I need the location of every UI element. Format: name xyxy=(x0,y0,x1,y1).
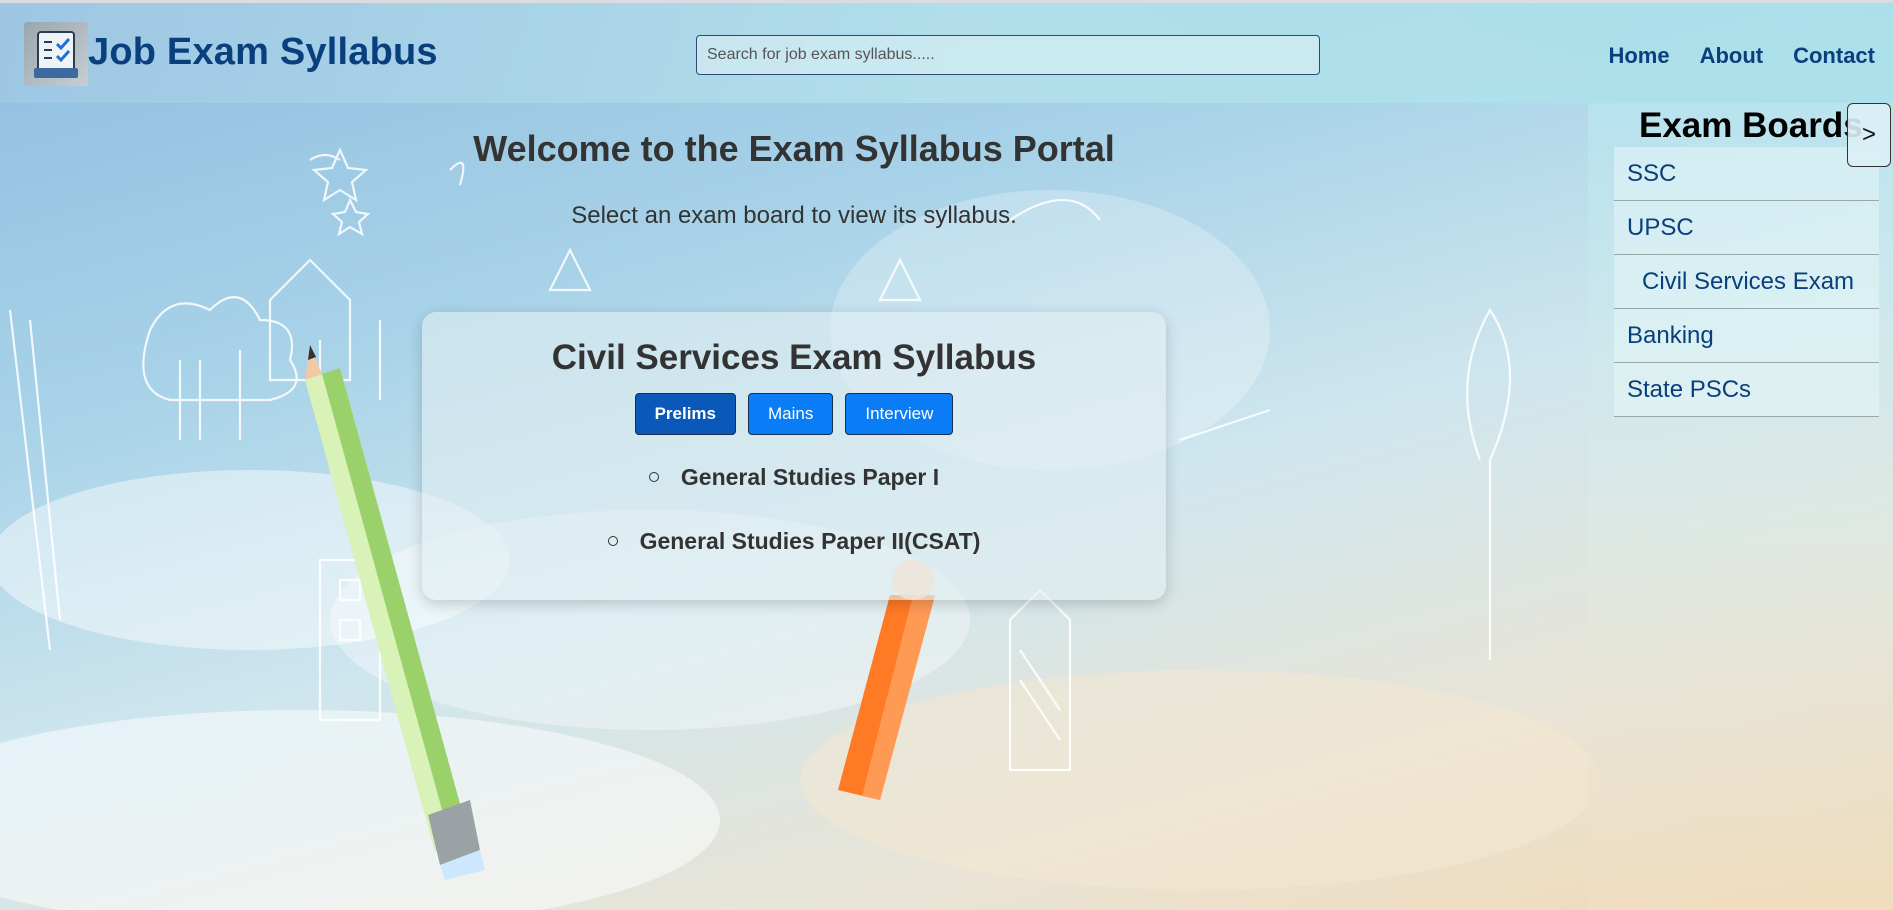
syllabus-logo-icon[interactable] xyxy=(24,22,88,86)
exam-board-list: SSC UPSC Civil Services Exam Banking Sta… xyxy=(1614,147,1879,417)
tab-prelims[interactable]: Prelims xyxy=(634,393,737,435)
search-input[interactable] xyxy=(696,35,1320,75)
nav-contact-link[interactable]: Contact xyxy=(1793,43,1875,69)
nav-about-link[interactable]: About xyxy=(1700,43,1764,69)
sidebar-item-civil-services-exam[interactable]: Civil Services Exam xyxy=(1614,255,1879,309)
tab-mains[interactable]: Mains xyxy=(748,393,834,435)
syllabus-card: Civil Services Exam Syllabus Prelims Mai… xyxy=(422,312,1166,600)
syllabus-card-title: Civil Services Exam Syllabus xyxy=(551,338,1037,377)
site-title[interactable]: Job Exam Syllabus xyxy=(88,31,438,74)
list-item-label: General Studies Paper I xyxy=(680,464,940,490)
tab-interview[interactable]: Interview xyxy=(845,393,954,435)
site-header: Job Exam Syllabus Home About Contact xyxy=(0,3,1893,103)
main-nav: Home About Contact xyxy=(1608,43,1875,69)
list-item-label: General Studies Paper II(CSAT) xyxy=(639,528,981,554)
welcome-heading: Welcome to the Exam Syllabus Portal xyxy=(473,128,1115,169)
list-item: General Studies Paper I xyxy=(422,462,1166,526)
sidebar-item-upsc[interactable]: UPSC xyxy=(1614,201,1879,255)
exam-boards-sidebar: Exam Boards SSC UPSC Civil Services Exam… xyxy=(1588,103,1893,910)
circle-bullet-icon xyxy=(648,471,659,482)
syllabus-tabs: Prelims Mains Interview xyxy=(422,393,1166,435)
list-item: General Studies Paper II(CSAT) xyxy=(422,526,1166,590)
sidebar-item-state-pscs[interactable]: State PSCs xyxy=(1614,363,1879,417)
sidebar-item-banking[interactable]: Banking xyxy=(1614,309,1879,363)
nav-home-link[interactable]: Home xyxy=(1608,43,1669,69)
circle-bullet-icon xyxy=(607,535,618,546)
sidebar-toggle-button[interactable]: > xyxy=(1847,103,1891,167)
syllabus-list: General Studies Paper I General Studies … xyxy=(422,462,1166,590)
welcome-subtitle: Select an exam board to view its syllabu… xyxy=(571,202,1017,229)
sidebar-title: Exam Boards xyxy=(1639,106,1863,145)
sidebar-item-ssc[interactable]: SSC xyxy=(1614,147,1879,201)
